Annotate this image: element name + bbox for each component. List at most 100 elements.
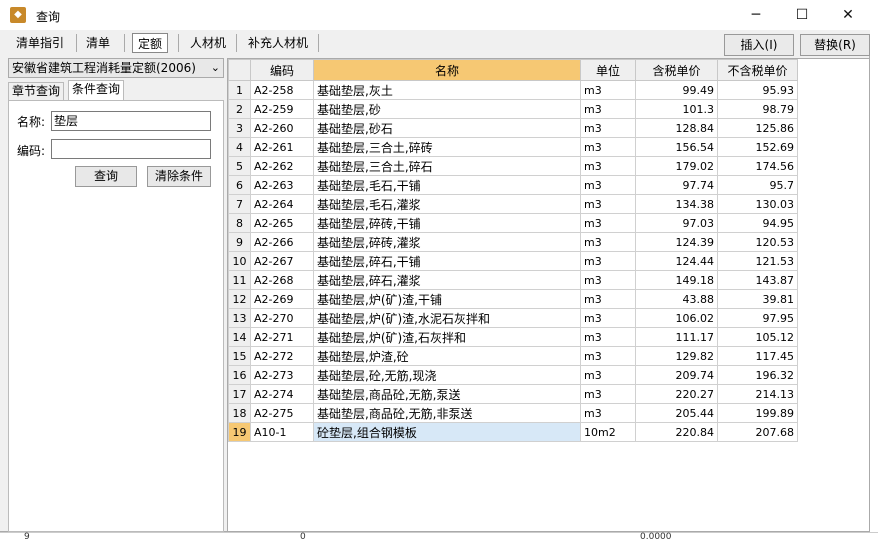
- maximize-button[interactable]: ☐: [779, 0, 825, 30]
- notax-price-cell[interactable]: 152.69: [717, 137, 798, 157]
- code-column-header[interactable]: 编码: [250, 59, 314, 81]
- table-row[interactable]: 3 A2-260 基础垫层,砂石 m3 128.84 125.86: [228, 118, 798, 138]
- unit-cell[interactable]: m3: [580, 251, 636, 271]
- row-number-cell[interactable]: 19: [228, 422, 251, 442]
- name-cell[interactable]: 基础垫层,三合土,碎砖: [313, 137, 581, 157]
- table-row[interactable]: 13 A2-270 基础垫层,炉(矿)渣,水泥石灰拌和 m3 106.02 97.95: [228, 308, 798, 328]
- tab-condition-query[interactable]: 条件查询: [68, 80, 125, 100]
- name-cell[interactable]: 基础垫层,灰土: [313, 80, 581, 100]
- tax-price-cell[interactable]: 106.02: [635, 308, 718, 328]
- code-cell[interactable]: A2-264: [250, 194, 314, 214]
- query-button[interactable]: 查询: [75, 166, 137, 187]
- notax-price-cell[interactable]: 199.89: [717, 403, 798, 423]
- tax-price-cell[interactable]: 156.54: [635, 137, 718, 157]
- tab-bill[interactable]: 清单: [84, 33, 112, 53]
- name-column-header[interactable]: 名称: [313, 59, 581, 81]
- tax-price-cell[interactable]: 124.44: [635, 251, 718, 271]
- unit-cell[interactable]: 10m2: [580, 422, 636, 442]
- name-cell[interactable]: 基础垫层,商品砼,无筋,泵送: [313, 384, 581, 404]
- tab-quota[interactable]: 定额: [132, 33, 169, 53]
- name-cell[interactable]: 基础垫层,毛石,干铺: [313, 175, 581, 195]
- code-cell[interactable]: A2-265: [250, 213, 314, 233]
- row-number-cell[interactable]: 8: [228, 213, 251, 233]
- notax-price-cell[interactable]: 214.13: [717, 384, 798, 404]
- code-cell[interactable]: A2-266: [250, 232, 314, 252]
- row-number-cell[interactable]: 13: [228, 308, 251, 328]
- notax-price-cell[interactable]: 207.68: [717, 422, 798, 442]
- unit-cell[interactable]: m3: [580, 270, 636, 290]
- table-row[interactable]: 15 A2-272 基础垫层,炉渣,砼 m3 129.82 117.45: [228, 346, 798, 366]
- table-row[interactable]: 10 A2-267 基础垫层,碎石,干铺 m3 124.44 121.53: [228, 251, 798, 271]
- notax-price-cell[interactable]: 117.45: [717, 346, 798, 366]
- tax-price-cell[interactable]: 124.39: [635, 232, 718, 252]
- name-cell[interactable]: 基础垫层,碎砖,灌浆: [313, 232, 581, 252]
- unit-cell[interactable]: m3: [580, 403, 636, 423]
- table-row[interactable]: 5 A2-262 基础垫层,三合土,碎石 m3 179.02 174.56: [228, 156, 798, 176]
- unit-cell[interactable]: m3: [580, 365, 636, 385]
- table-row[interactable]: 4 A2-261 基础垫层,三合土,碎砖 m3 156.54 152.69: [228, 137, 798, 157]
- code-cell[interactable]: A2-271: [250, 327, 314, 347]
- notax-price-cell[interactable]: 98.79: [717, 99, 798, 119]
- unit-cell[interactable]: m3: [580, 213, 636, 233]
- notax-price-cell[interactable]: 94.95: [717, 213, 798, 233]
- table-row[interactable]: 1 A2-258 基础垫层,灰土 m3 99.49 95.93: [228, 80, 798, 100]
- quota-library-select[interactable]: 安徽省建筑工程消耗量定额(2006) ⌄: [8, 58, 224, 78]
- title-bar[interactable]: ◆ 查询 ─ ☐ ✕: [0, 0, 870, 30]
- row-number-cell[interactable]: 15: [228, 346, 251, 366]
- table-row[interactable]: 9 A2-266 基础垫层,碎砖,灌浆 m3 124.39 120.53: [228, 232, 798, 252]
- tax-price-cell[interactable]: 134.38: [635, 194, 718, 214]
- code-cell[interactable]: A2-262: [250, 156, 314, 176]
- code-cell[interactable]: A2-259: [250, 99, 314, 119]
- tax-price-cell[interactable]: 220.84: [635, 422, 718, 442]
- row-number-cell[interactable]: 17: [228, 384, 251, 404]
- notax-price-column-header[interactable]: 不含税单价: [717, 59, 798, 81]
- minimize-button[interactable]: ─: [733, 0, 779, 30]
- notax-price-cell[interactable]: 125.86: [717, 118, 798, 138]
- code-cell[interactable]: A2-273: [250, 365, 314, 385]
- name-cell[interactable]: 砼垫层,组合钢模板: [313, 422, 581, 442]
- tab-supplementary-lmm[interactable]: 补充人材机: [246, 33, 310, 53]
- row-number-cell[interactable]: 6: [228, 175, 251, 195]
- row-number-cell[interactable]: 14: [228, 327, 251, 347]
- notax-price-cell[interactable]: 196.32: [717, 365, 798, 385]
- table-row[interactable]: 16 A2-273 基础垫层,砼,无筋,现浇 m3 209.74 196.32: [228, 365, 798, 385]
- tax-price-column-header[interactable]: 含税单价: [635, 59, 718, 81]
- tab-bill-guide[interactable]: 清单指引: [14, 33, 66, 53]
- insert-button[interactable]: 插入(I): [724, 34, 794, 56]
- tax-price-cell[interactable]: 179.02: [635, 156, 718, 176]
- code-cell[interactable]: A2-268: [250, 270, 314, 290]
- name-cell[interactable]: 基础垫层,炉(矿)渣,干铺: [313, 289, 581, 309]
- unit-cell[interactable]: m3: [580, 232, 636, 252]
- tax-price-cell[interactable]: 129.82: [635, 346, 718, 366]
- row-number-cell[interactable]: 7: [228, 194, 251, 214]
- row-number-cell[interactable]: 3: [228, 118, 251, 138]
- notax-price-cell[interactable]: 95.7: [717, 175, 798, 195]
- table-row[interactable]: 17 A2-274 基础垫层,商品砼,无筋,泵送 m3 220.27 214.13: [228, 384, 798, 404]
- code-cell[interactable]: A2-269: [250, 289, 314, 309]
- tax-price-cell[interactable]: 97.03: [635, 213, 718, 233]
- name-cell[interactable]: 基础垫层,商品砼,无筋,非泵送: [313, 403, 581, 423]
- code-cell[interactable]: A2-258: [250, 80, 314, 100]
- name-cell[interactable]: 基础垫层,毛石,灌浆: [313, 194, 581, 214]
- table-row[interactable]: 19 A10-1 砼垫层,组合钢模板 10m2 220.84 207.68: [228, 422, 798, 442]
- replace-button[interactable]: 替换(R): [800, 34, 870, 56]
- table-row[interactable]: 2 A2-259 基础垫层,砂 m3 101.3 98.79: [228, 99, 798, 119]
- row-number-cell[interactable]: 10: [228, 251, 251, 271]
- unit-cell[interactable]: m3: [580, 194, 636, 214]
- row-number-cell[interactable]: 18: [228, 403, 251, 423]
- unit-cell[interactable]: m3: [580, 346, 636, 366]
- name-cell[interactable]: 基础垫层,炉(矿)渣,水泥石灰拌和: [313, 308, 581, 328]
- notax-price-cell[interactable]: 105.12: [717, 327, 798, 347]
- notax-price-cell[interactable]: 143.87: [717, 270, 798, 290]
- tax-price-cell[interactable]: 111.17: [635, 327, 718, 347]
- row-number-cell[interactable]: 16: [228, 365, 251, 385]
- notax-price-cell[interactable]: 121.53: [717, 251, 798, 271]
- code-cell[interactable]: A10-1: [250, 422, 314, 442]
- table-row[interactable]: 12 A2-269 基础垫层,炉(矿)渣,干铺 m3 43.88 39.81: [228, 289, 798, 309]
- tax-price-cell[interactable]: 128.84: [635, 118, 718, 138]
- unit-column-header[interactable]: 单位: [580, 59, 636, 81]
- row-number-cell[interactable]: 9: [228, 232, 251, 252]
- row-number-cell[interactable]: 5: [228, 156, 251, 176]
- unit-cell[interactable]: m3: [580, 137, 636, 157]
- unit-cell[interactable]: m3: [580, 289, 636, 309]
